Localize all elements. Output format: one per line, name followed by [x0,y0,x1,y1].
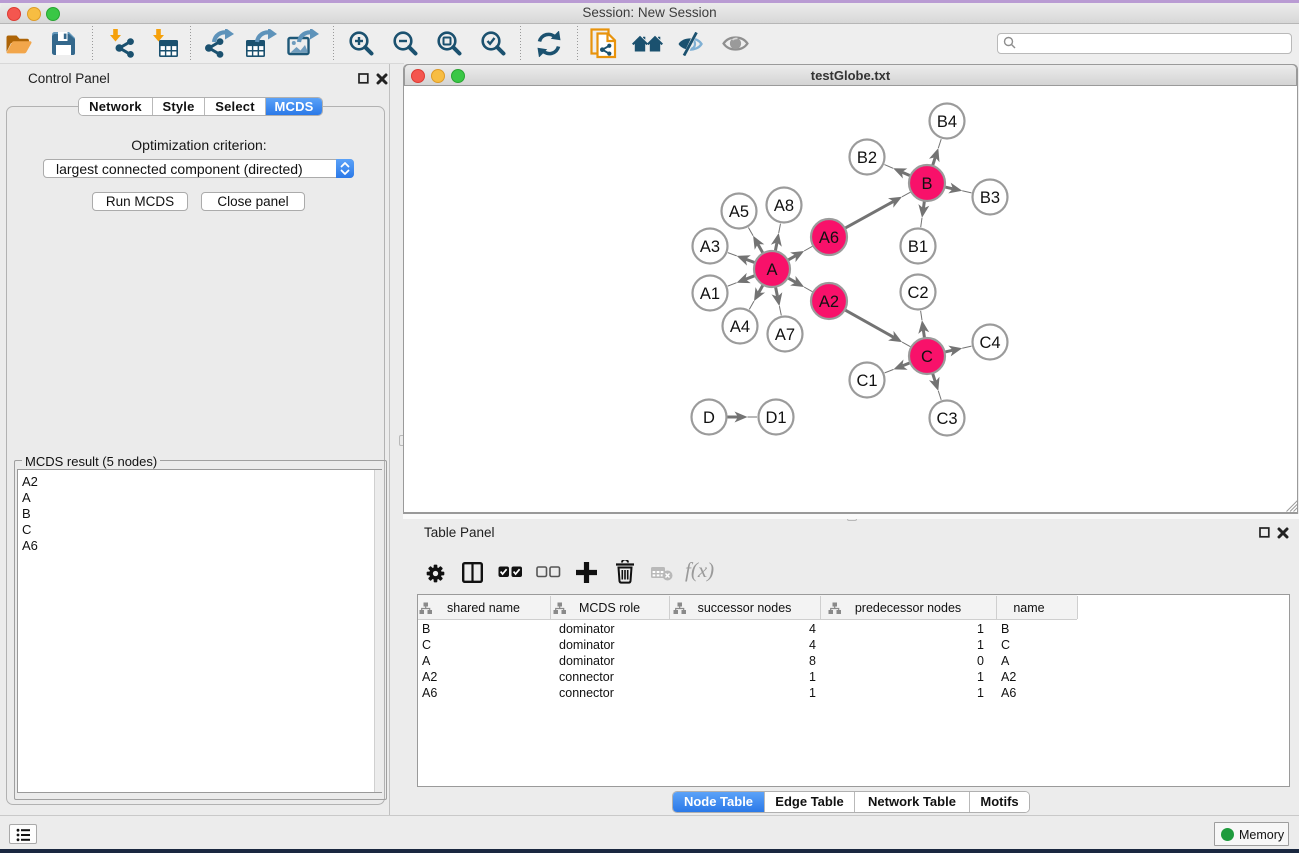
svg-text:C1: C1 [856,372,877,390]
svg-text:D1: D1 [765,409,786,427]
svg-text:B2: B2 [857,149,877,167]
svg-text:C4: C4 [979,334,1000,352]
svg-text:A4: A4 [730,318,750,336]
svg-text:C2: C2 [907,284,928,302]
svg-text:C: C [921,348,933,366]
svg-text:A: A [766,261,777,279]
svg-text:D: D [703,409,715,427]
svg-text:B4: B4 [937,113,957,131]
svg-text:A7: A7 [775,326,795,344]
svg-text:A2: A2 [819,293,839,311]
svg-text:B: B [921,175,932,193]
svg-text:A1: A1 [700,285,720,303]
svg-text:A8: A8 [774,197,794,215]
svg-text:B3: B3 [980,189,1000,207]
svg-text:B1: B1 [908,238,928,256]
svg-text:C3: C3 [936,410,957,428]
svg-text:A6: A6 [819,229,839,247]
svg-text:A3: A3 [700,238,720,256]
svg-text:A5: A5 [729,203,749,221]
